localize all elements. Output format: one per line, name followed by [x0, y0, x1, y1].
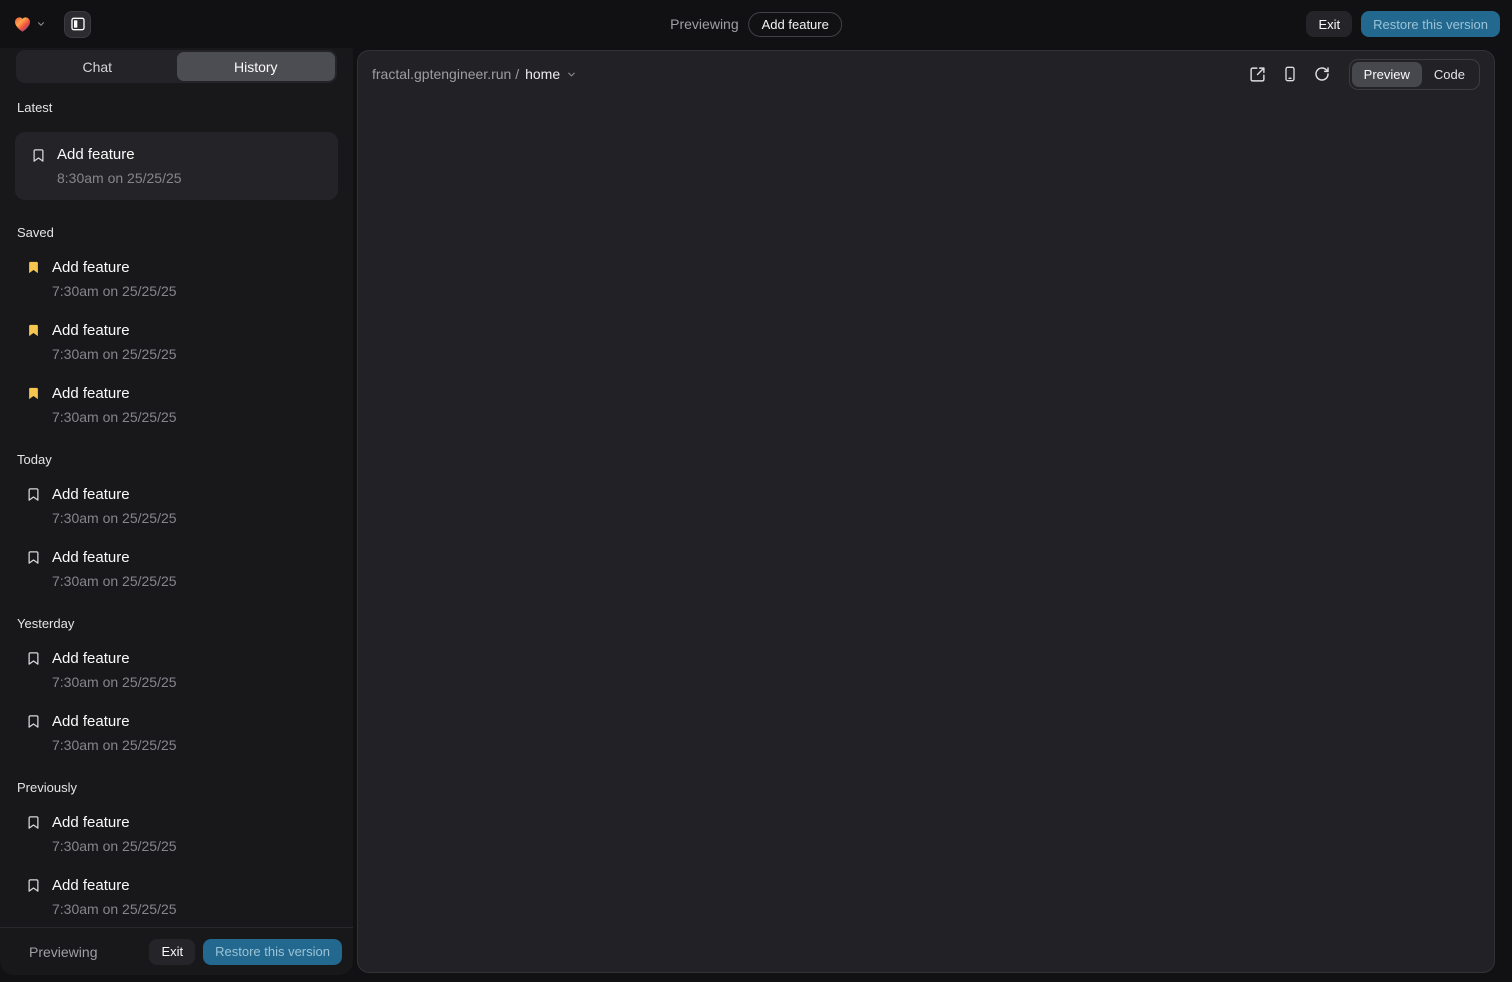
brand-area	[12, 11, 91, 38]
chevron-down-icon	[36, 19, 46, 29]
history-item[interactable]: Add feature 7:30am on 25/25/25	[16, 711, 337, 755]
tab-history[interactable]: History	[177, 52, 336, 81]
mobile-view-button[interactable]	[1278, 62, 1302, 86]
history-item-title: Add feature	[52, 812, 177, 833]
history-item-text: Add feature 7:30am on 25/25/25	[52, 257, 177, 301]
history-item[interactable]: Add feature 7:30am on 25/25/25	[16, 648, 337, 692]
history-item-title: Add feature	[57, 144, 182, 165]
refresh-button[interactable]	[1310, 62, 1334, 86]
app-logo-menu[interactable]	[12, 14, 46, 34]
history-item-timestamp: 7:30am on 25/25/25	[52, 672, 177, 692]
history-item[interactable]: Add feature 8:30am on 25/25/25	[15, 132, 338, 200]
history-item-timestamp: 7:30am on 25/25/25	[52, 407, 177, 427]
bookmark-filled-icon	[26, 260, 41, 275]
history-item-timestamp: 7:30am on 25/25/25	[52, 508, 177, 528]
open-in-new-tab-button[interactable]	[1246, 62, 1270, 86]
history-item[interactable]: Add feature 7:30am on 25/25/25	[16, 812, 337, 856]
preview-viewport[interactable]	[358, 97, 1494, 972]
section-title: Saved	[16, 225, 337, 240]
history-item-timestamp: 7:30am on 25/25/25	[52, 899, 177, 919]
history-item-text: Add feature 7:30am on 25/25/25	[52, 648, 177, 692]
topbar-actions: Exit Restore this version	[1306, 11, 1500, 37]
history-item[interactable]: Add feature 7:30am on 25/25/25	[16, 484, 337, 528]
bookmark-outline-icon	[26, 487, 41, 502]
chevron-down-icon	[566, 69, 577, 80]
preview-status: Previewing Add feature	[670, 0, 842, 48]
history-section: TodayAdd feature7:30am on 25/25/25Add fe…	[16, 452, 337, 591]
refresh-icon	[1314, 66, 1330, 82]
section-title: Today	[16, 452, 337, 467]
previewing-label: Previewing	[670, 16, 738, 32]
tab-code[interactable]: Code	[1422, 62, 1477, 87]
history-item-text: Add feature 7:30am on 25/25/25	[52, 711, 177, 755]
restore-version-button[interactable]: Restore this version	[1361, 11, 1500, 37]
history-section: PreviouslyAdd feature7:30am on 25/25/25A…	[16, 780, 337, 919]
url-selector[interactable]: fractal.gptengineer.run / home	[372, 66, 577, 82]
preview-panel: fractal.gptengineer.run / home	[357, 50, 1495, 973]
bookmark-outline-icon	[26, 651, 41, 666]
history-item-text: Add feature 8:30am on 25/25/25	[57, 144, 182, 188]
history-section: SavedAdd feature7:30am on 25/25/25Add fe…	[16, 225, 337, 427]
url-prefix: fractal.gptengineer.run /	[372, 66, 519, 82]
history-item-timestamp: 7:30am on 25/25/25	[52, 281, 177, 301]
sidebar: Chat History Latest Add feature 8:30am on …	[0, 48, 353, 975]
bookmark-outline-icon	[26, 714, 41, 729]
external-link-icon	[1249, 66, 1266, 83]
section-title: Yesterday	[16, 616, 337, 631]
history-item-timestamp: 7:30am on 25/25/25	[52, 344, 177, 364]
top-bar: Previewing Add feature Exit Restore this…	[0, 0, 1512, 48]
bookmark-outline-icon	[26, 878, 41, 893]
history-item-title: Add feature	[52, 383, 177, 404]
tab-chat[interactable]: Chat	[18, 52, 177, 81]
bookmark-outline-icon	[26, 550, 41, 565]
history-item[interactable]: Add feature 7:30am on 25/25/25	[16, 547, 337, 591]
history-item-text: Add feature 7:30am on 25/25/25	[52, 383, 177, 427]
history-item-text: Add feature 7:30am on 25/25/25	[52, 547, 177, 591]
preview-actions: Preview Code	[1246, 59, 1480, 90]
panel-left-icon	[70, 16, 86, 32]
history-item-text: Add feature 7:30am on 25/25/25	[52, 812, 177, 856]
history-section: YesterdayAdd feature7:30am on 25/25/25Ad…	[16, 616, 337, 755]
history-item-text: Add feature 7:30am on 25/25/25	[52, 484, 177, 528]
history-item[interactable]: Add feature 7:30am on 25/25/25	[16, 383, 337, 427]
smartphone-icon	[1282, 66, 1298, 82]
version-badge[interactable]: Add feature	[749, 12, 842, 37]
sidebar-footer: Previewing Exit Restore this version	[0, 927, 353, 975]
history-list: Latest Add feature 8:30am on 25/25/25 Saved…	[0, 83, 353, 927]
lovable-heart-logo-icon	[12, 14, 33, 34]
history-item-timestamp: 7:30am on 25/25/25	[52, 571, 177, 591]
exit-button[interactable]: Exit	[1306, 11, 1352, 37]
section-title: Previously	[16, 780, 337, 795]
history-item-text: Add feature 7:30am on 25/25/25	[52, 320, 177, 364]
sidebar-tab-switcher: Chat History	[16, 50, 337, 83]
history-item-timestamp: 7:30am on 25/25/25	[52, 836, 177, 856]
history-item-timestamp: 7:30am on 25/25/25	[52, 735, 177, 755]
footer-restore-version-button[interactable]: Restore this version	[203, 939, 342, 965]
history-item[interactable]: Add feature 7:30am on 25/25/25	[16, 320, 337, 364]
history-item-title: Add feature	[52, 875, 177, 896]
history-section: Latest Add feature 8:30am on 25/25/25	[16, 100, 337, 200]
footer-exit-button[interactable]: Exit	[149, 939, 195, 965]
footer-previewing-label: Previewing	[29, 944, 97, 960]
history-item-timestamp: 8:30am on 25/25/25	[57, 168, 182, 188]
history-item-title: Add feature	[52, 547, 177, 568]
history-item[interactable]: Add feature 7:30am on 25/25/25	[16, 257, 337, 301]
history-item-title: Add feature	[52, 711, 177, 732]
history-item-title: Add feature	[52, 320, 177, 341]
bookmark-filled-icon	[26, 323, 41, 338]
section-title: Latest	[16, 100, 337, 115]
url-current-page: home	[525, 66, 560, 82]
preview-toolbar: fractal.gptengineer.run / home	[358, 51, 1494, 97]
history-item-title: Add feature	[52, 484, 177, 505]
bookmark-outline-icon	[31, 148, 46, 163]
tab-preview[interactable]: Preview	[1352, 62, 1422, 87]
history-item-title: Add feature	[52, 648, 177, 669]
history-item-text: Add feature 7:30am on 25/25/25	[52, 875, 177, 919]
history-item-title: Add feature	[52, 257, 177, 278]
preview-code-toggle: Preview Code	[1349, 59, 1480, 90]
bookmark-filled-icon	[26, 386, 41, 401]
bookmark-outline-icon	[26, 815, 41, 830]
history-item[interactable]: Add feature 7:30am on 25/25/25	[16, 875, 337, 919]
toggle-sidebar-button[interactable]	[64, 11, 91, 38]
